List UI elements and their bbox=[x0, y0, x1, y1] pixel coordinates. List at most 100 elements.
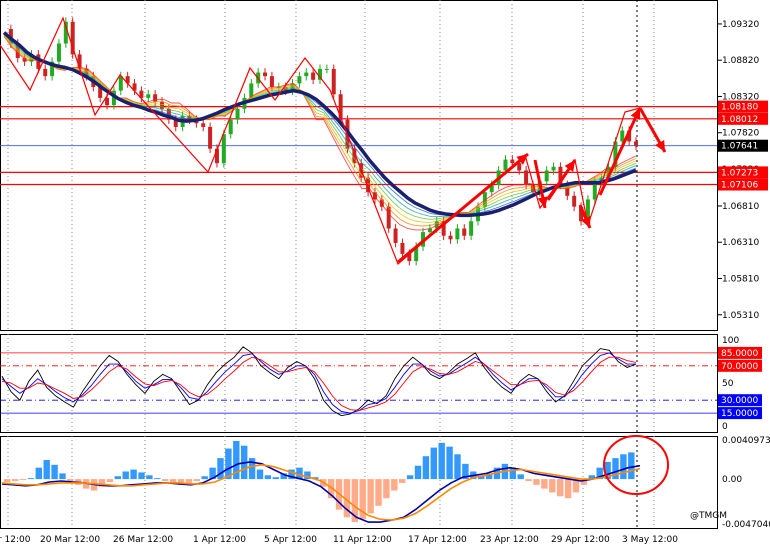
macd-bar bbox=[154, 478, 161, 480]
macd-bar bbox=[217, 458, 224, 480]
x-tick-label: 23 Apr 12:00 bbox=[480, 535, 539, 545]
macd-bar bbox=[564, 479, 572, 499]
y-tick-label: 0.00 bbox=[722, 475, 742, 485]
y-tick-label: 1.08820 bbox=[722, 56, 759, 66]
candle-body bbox=[551, 166, 556, 171]
y-tick-label: 1.09320 bbox=[722, 20, 759, 30]
macd-bar bbox=[59, 473, 66, 480]
macd-bar bbox=[533, 479, 540, 485]
macd-bar bbox=[446, 446, 453, 480]
candle-body bbox=[324, 68, 329, 70]
candle-body bbox=[634, 141, 638, 146]
candle-body bbox=[304, 72, 309, 77]
y-tick-label: 0.0040973 bbox=[722, 436, 770, 446]
macd-bar bbox=[422, 456, 430, 480]
current-price-label: 1.07641 bbox=[721, 142, 758, 152]
y-tick-label: 1.05310 bbox=[722, 311, 759, 321]
x-tick-label: 20 Mar 12:00 bbox=[40, 535, 100, 545]
candle-body bbox=[400, 242, 405, 254]
y-tick-label: 50 bbox=[722, 379, 734, 389]
stoch-level-label: 15.0000 bbox=[721, 409, 758, 419]
macd-bar bbox=[27, 478, 35, 480]
level-label: 1.08012 bbox=[721, 115, 758, 125]
macd-bar bbox=[406, 475, 414, 480]
macd-bar bbox=[162, 479, 169, 482]
candle-body bbox=[544, 170, 549, 182]
candle-body bbox=[503, 159, 508, 171]
level-label: 1.08180 bbox=[721, 103, 758, 113]
macd-bar bbox=[146, 475, 153, 480]
macd-bar bbox=[130, 469, 137, 480]
trading-chart: 1.093201.088201.083201.078201.073201.068… bbox=[0, 0, 770, 550]
y-tick-label: -0.0047040 bbox=[722, 520, 770, 530]
macd-bar bbox=[517, 474, 524, 480]
y-tick-label: 1.07820 bbox=[722, 129, 759, 139]
candle-body bbox=[448, 235, 453, 240]
macd-bar bbox=[383, 479, 390, 499]
x-tick-label: 11 Apr 12:00 bbox=[333, 535, 392, 545]
macd-bar bbox=[557, 479, 564, 497]
watermark-text: @TMGM bbox=[690, 511, 727, 521]
x-tick-label: 3 May 12:00 bbox=[622, 535, 678, 545]
candle-body bbox=[462, 228, 467, 236]
candle-body bbox=[235, 108, 240, 120]
macd-bar bbox=[67, 479, 74, 482]
macd-bar bbox=[272, 477, 279, 480]
candle-body bbox=[524, 170, 529, 185]
macd-bar bbox=[201, 476, 208, 480]
macd-bar bbox=[391, 479, 398, 491]
macd-bar bbox=[4, 479, 11, 482]
macd-bar bbox=[375, 479, 382, 506]
y-tick-label: 1.05810 bbox=[722, 275, 759, 285]
y-tick-label: 0 bbox=[722, 422, 728, 432]
x-tick-label: 26 Mar 12:00 bbox=[113, 535, 173, 545]
x-tick-label: r 12:00 bbox=[0, 535, 31, 545]
candle-body bbox=[297, 76, 302, 84]
candle-body bbox=[331, 68, 336, 95]
y-tick-label: 1.06810 bbox=[722, 202, 759, 212]
x-tick-label: 29 Apr 12:00 bbox=[551, 535, 610, 545]
macd-bar bbox=[19, 479, 27, 481]
macd-bar bbox=[628, 452, 635, 480]
macd-bar bbox=[256, 469, 264, 480]
candle-body bbox=[70, 21, 75, 55]
x-tick-label: 5 Apr 12:00 bbox=[264, 535, 317, 545]
macd-bar bbox=[399, 479, 406, 483]
macd-bar bbox=[367, 479, 374, 514]
macd-bar bbox=[525, 479, 532, 482]
macd-bar bbox=[430, 447, 437, 480]
macd-bar bbox=[620, 454, 627, 480]
candle-body bbox=[393, 228, 398, 243]
x-tick-label: 1 Apr 12:00 bbox=[193, 535, 246, 545]
macd-bar bbox=[114, 476, 121, 480]
y-tick-label: 100 bbox=[722, 336, 739, 346]
macd-bar bbox=[122, 471, 129, 480]
macd-bar bbox=[264, 475, 272, 480]
macd-bar bbox=[51, 464, 58, 480]
candle-body bbox=[160, 101, 164, 109]
macd-bar bbox=[138, 472, 145, 480]
macd-bar bbox=[185, 479, 193, 483]
candle-body bbox=[146, 94, 151, 98]
macd-bar bbox=[549, 479, 556, 493]
candle-body bbox=[572, 195, 577, 207]
candle-body bbox=[620, 130, 625, 142]
macd-bar bbox=[193, 479, 200, 482]
macd-bar bbox=[35, 467, 42, 480]
macd-bar bbox=[11, 479, 19, 482]
level-label: 1.07273 bbox=[721, 168, 758, 178]
macd-bar bbox=[438, 442, 445, 480]
candle-body bbox=[228, 119, 233, 135]
candle-body bbox=[311, 72, 316, 80]
candle-body bbox=[56, 43, 61, 62]
macd-bar bbox=[43, 460, 50, 480]
candle-body bbox=[455, 228, 460, 240]
stoch-level-label: 85.0000 bbox=[721, 349, 758, 359]
macd-bar bbox=[612, 458, 619, 480]
candle-body bbox=[469, 221, 474, 236]
level-label: 1.07106 bbox=[721, 181, 758, 191]
macd-bar bbox=[414, 465, 422, 480]
candle-body bbox=[263, 72, 268, 77]
stoch-level-label: 30.0000 bbox=[721, 396, 758, 406]
macd-bar bbox=[106, 479, 114, 482]
